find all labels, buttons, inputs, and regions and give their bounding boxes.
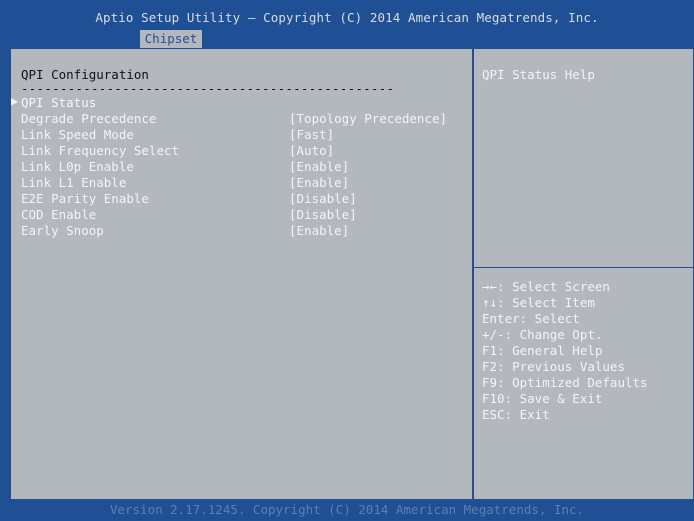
- keyhint-select-screen: →←: Select Screen: [482, 279, 610, 294]
- menu-item-degrade-precedence[interactable]: Degrade Precedence [Topology Precedence]: [11, 111, 469, 127]
- version-text: Version 2.17.1245. Copyright (C) 2014 Am…: [109, 502, 585, 517]
- header-bar: Aptio Setup Utility – Copyright (C) 2014…: [0, 0, 694, 48]
- menu-item-value[interactable]: [Disable]: [289, 207, 357, 222]
- keyhint-optimized-defaults: F9: Optimized Defaults: [482, 375, 648, 390]
- menu-item-label: Link L0p Enable: [21, 159, 134, 174]
- menu-item-value[interactable]: [Enable]: [289, 159, 349, 174]
- section-separator: ----------------------------------------…: [21, 81, 395, 96]
- keyhint-change-opt: +/-: Change Opt.: [482, 327, 603, 342]
- footer-bar: Version 2.17.1245. Copyright (C) 2014 Am…: [0, 500, 694, 521]
- menu-item-e2e-parity-enable[interactable]: E2E Parity Enable [Disable]: [11, 191, 469, 207]
- menu-item-value[interactable]: [Topology Precedence]: [289, 111, 447, 126]
- menu-item-label: Link Frequency Select: [21, 143, 180, 158]
- keyhint-exit: ESC: Exit: [482, 407, 550, 422]
- menu-item-label: Link L1 Enable: [21, 175, 127, 190]
- menu-item-link-speed-mode[interactable]: Link Speed Mode [Fast]: [11, 127, 469, 143]
- menu-item-label: E2E Parity Enable: [21, 191, 149, 206]
- help-divider: [474, 267, 694, 268]
- menu-item-qpi-status[interactable]: QPI Status: [11, 95, 469, 111]
- keyhint-enter: Enter: Select: [482, 311, 580, 326]
- menu-item-value[interactable]: [Disable]: [289, 191, 357, 206]
- keyhint-select-item: ↑↓: Select Item: [482, 295, 595, 310]
- menu-item-label: Link Speed Mode: [21, 127, 134, 142]
- menu-item-label: Degrade Precedence: [21, 111, 157, 126]
- menu-item-value[interactable]: [Enable]: [289, 175, 349, 190]
- menu-item-label: COD Enable: [21, 207, 97, 222]
- app-title: Aptio Setup Utility – Copyright (C) 2014…: [95, 10, 599, 25]
- keyhint-general-help: F1: General Help: [482, 343, 603, 358]
- menu-item-value[interactable]: [Fast]: [289, 127, 334, 142]
- menu-item-value[interactable]: [Auto]: [289, 143, 334, 158]
- menu-item-link-l0p-enable[interactable]: Link L0p Enable [Enable]: [11, 159, 469, 175]
- menu-item-early-snoop[interactable]: Early Snoop [Enable]: [11, 223, 469, 239]
- section-title: QPI Configuration: [21, 67, 149, 82]
- keyhint-save-exit: F10: Save & Exit: [482, 391, 603, 406]
- menu-item-cod-enable[interactable]: COD Enable [Disable]: [11, 207, 469, 223]
- menu-item-label: QPI Status: [21, 95, 97, 110]
- help-text: QPI Status Help: [482, 67, 595, 82]
- setup-panel: QPI Configuration ----------------------…: [10, 48, 694, 501]
- menu-item-link-frequency-select[interactable]: Link Frequency Select [Auto]: [11, 143, 469, 159]
- menu-item-link-l1-enable[interactable]: Link L1 Enable [Enable]: [11, 175, 469, 191]
- tab-chipset[interactable]: Chipset: [140, 30, 202, 48]
- keyhint-previous-values: F2: Previous Values: [482, 359, 625, 374]
- menu-item-value[interactable]: [Enable]: [289, 223, 349, 238]
- menu-item-label: Early Snoop: [21, 223, 104, 238]
- vertical-divider: [472, 49, 474, 501]
